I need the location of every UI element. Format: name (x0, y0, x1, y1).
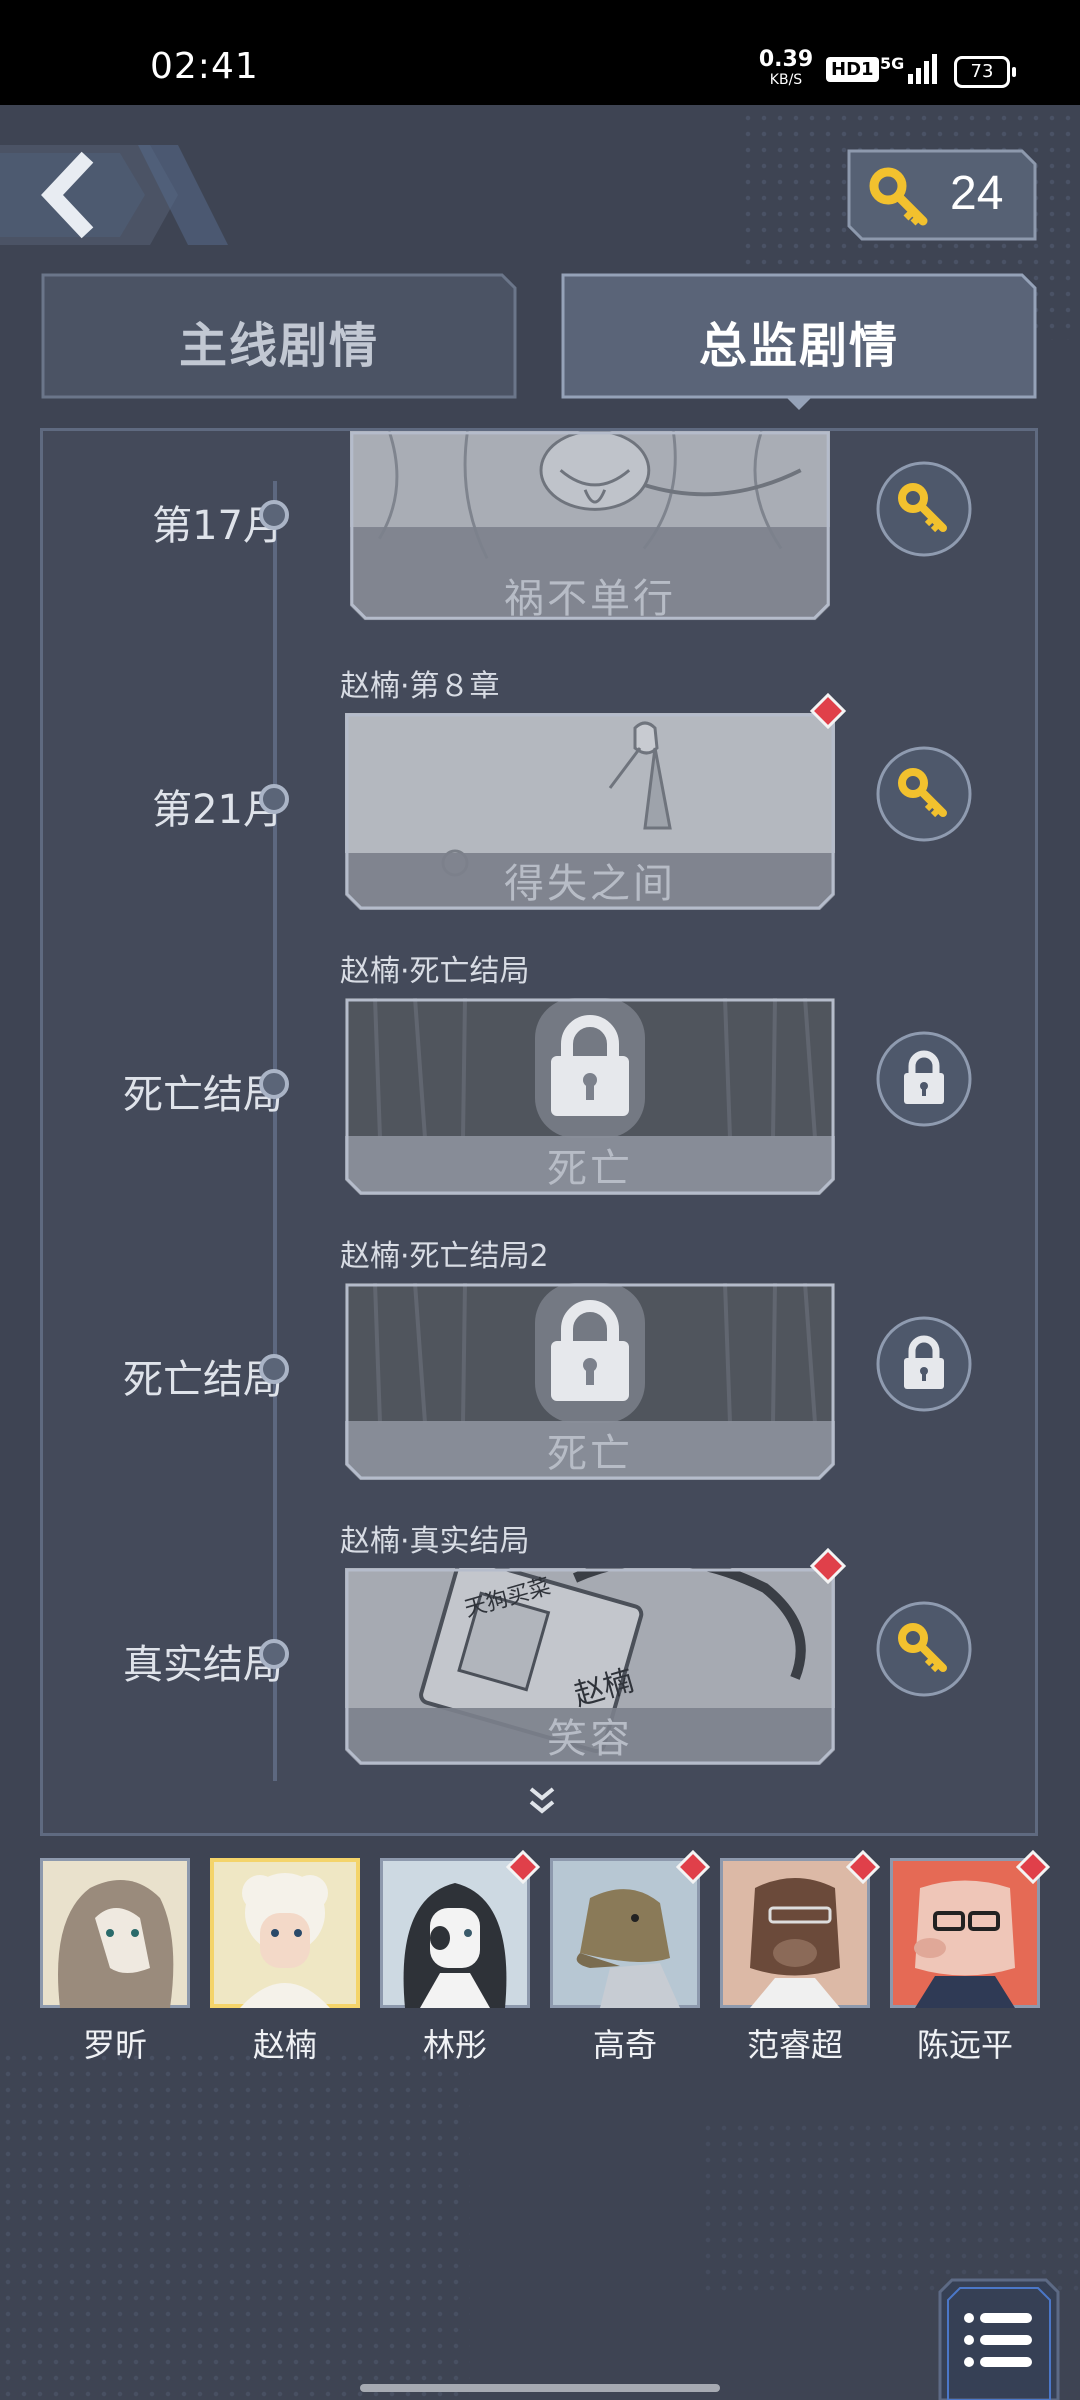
character-name: 罗昕 (82, 2026, 147, 2064)
back-button[interactable] (0, 145, 240, 245)
character-gaoqi[interactable]: 高奇 (550, 1850, 710, 2066)
locked-button[interactable] (875, 1315, 973, 1413)
timeline-dot (259, 500, 289, 530)
key-counter: 24 (846, 148, 1038, 242)
home-indicator[interactable] (360, 2384, 720, 2392)
avatar (40, 1858, 190, 2008)
character-zhaonan[interactable]: 赵楠 (210, 1858, 360, 2066)
story-card-title: 死亡 (547, 1146, 633, 1192)
network-type: 5G (880, 54, 905, 73)
avatar (210, 1858, 360, 2008)
timeline-dot (259, 1069, 289, 1099)
timeline-label: 真实结局 (123, 1642, 283, 1688)
story-caption: 赵楠·真实结局 (340, 1524, 530, 1559)
new-badge (1016, 1850, 1050, 1884)
menu-button[interactable] (938, 2278, 1060, 2400)
character-name: 陈远平 (916, 2026, 1013, 2064)
story-card-title: 得失之间 (504, 861, 676, 907)
story-caption: 赵楠·第８章 (340, 669, 500, 704)
hd-icon: HD1 (826, 57, 879, 82)
dot-pattern-bottom-left (0, 2050, 470, 2400)
timeline-line (273, 481, 277, 1781)
character-name: 林彤 (422, 2026, 487, 2064)
character-fanruichao[interactable]: 范睿超 (720, 1850, 880, 2066)
double-chevron-down-icon[interactable] (527, 1785, 557, 1817)
network-speed-value: 0.39 (758, 47, 814, 72)
new-badge (810, 693, 846, 729)
dot-pattern-bottom-right (700, 2120, 1080, 2300)
character-name: 赵楠 (252, 2026, 317, 2064)
network-speed-unit: KB/S (769, 72, 803, 88)
character-lintong[interactable]: 林彤 (380, 1850, 540, 2066)
story-card-title: 祸不单行 (504, 576, 676, 622)
status-bar: 02:41 0.39 KB/S HD1 5G 73 (0, 0, 1080, 105)
character-chenyuanping[interactable]: 陈远平 (890, 1850, 1050, 2066)
story-card-title: 笑容 (547, 1716, 633, 1762)
status-time: 02:41 (150, 46, 259, 87)
tab-supervisor-story-label: 总监剧情 (698, 318, 899, 374)
key-count: 24 (950, 167, 1004, 220)
new-badge (846, 1850, 880, 1884)
story-timeline-panel: 第17月 祸不单行 赵楠·第８章 第21月 得失之间 赵楠·死亡结局 死亡结局 … (40, 428, 1038, 1836)
signal-icon (908, 54, 937, 84)
character-luoxin[interactable]: 罗昕 (40, 1858, 190, 2066)
character-name: 高奇 (592, 2026, 657, 2064)
story-card-title: 死亡 (547, 1431, 633, 1477)
story-caption: 赵楠·死亡结局 (340, 954, 530, 989)
story-caption: 赵楠·死亡结局2 (340, 1239, 549, 1274)
key-unlock-button[interactable] (875, 1600, 973, 1698)
battery-level: 73 (970, 61, 994, 82)
timeline-label: 死亡结局 (123, 1072, 283, 1118)
new-badge (676, 1850, 710, 1884)
key-unlock-button[interactable] (875, 460, 973, 558)
timeline-dot (259, 784, 289, 814)
locked-button[interactable] (875, 1030, 973, 1128)
timeline-dot (259, 1354, 289, 1384)
new-badge (810, 1548, 846, 1584)
battery-icon: 73 (954, 56, 1016, 88)
character-name: 范睿超 (746, 2026, 843, 2064)
network-speed: 0.39 KB/S (756, 47, 816, 90)
new-badge (506, 1850, 540, 1884)
key-icon (869, 167, 928, 226)
key-unlock-button[interactable] (875, 745, 973, 843)
timeline-dot (259, 1639, 289, 1669)
tab-main-story-label: 主线剧情 (178, 318, 379, 374)
timeline-label: 死亡结局 (123, 1357, 283, 1403)
tab-supervisor-story[interactable]: 总监剧情 (560, 272, 1038, 410)
tab-main-story[interactable]: 主线剧情 (40, 272, 518, 400)
